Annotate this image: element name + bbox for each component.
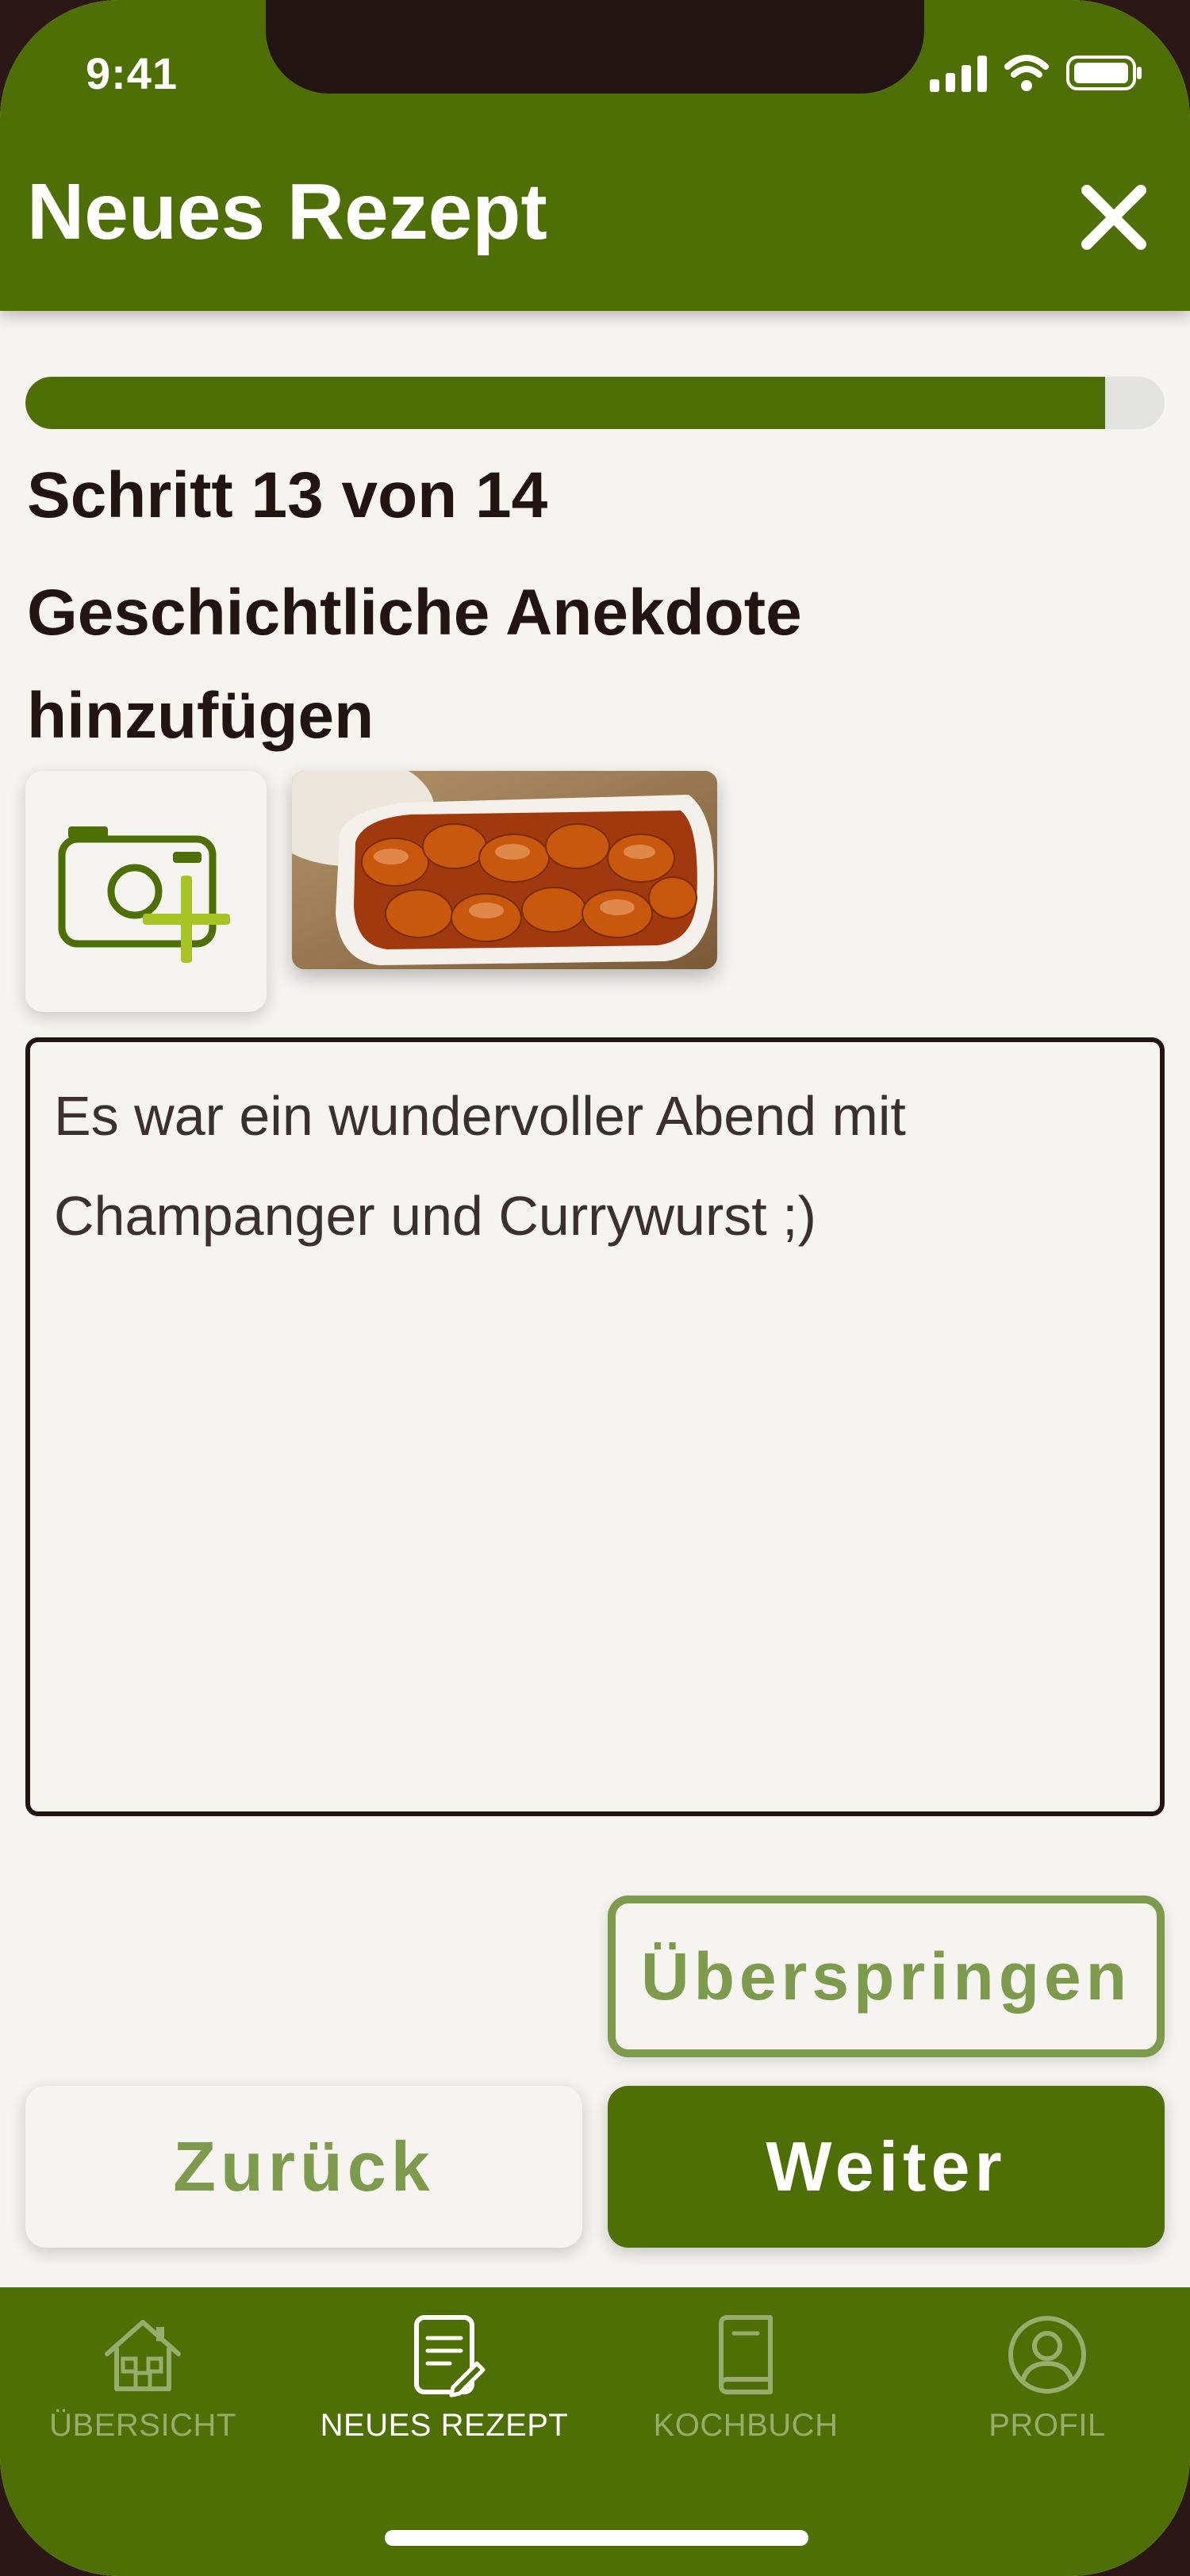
house-icon — [105, 2320, 181, 2391]
status-icons — [928, 52, 1142, 94]
tab-label: NEUES REZEPT — [320, 2408, 569, 2443]
currywurst-image — [292, 771, 717, 969]
step-title: Geschichtliche Anekdote hinzufügen — [27, 577, 802, 752]
progress-bar — [25, 377, 1165, 429]
anecdote-textarea[interactable] — [25, 1037, 1165, 1816]
page-title: Neues Rezept — [27, 167, 547, 256]
step-counter: Schritt 13 von 14 — [27, 459, 548, 531]
tab-neues-rezept[interactable]: NEUES REZEPT — [294, 2311, 595, 2462]
app-header: 9:41 Neues Rezept — [0, 0, 1190, 311]
phone-screen: 9:41 Neues Rezept Schritt 13 von 14 Gesc… — [0, 0, 1190, 2576]
add-photo-button[interactable] — [25, 771, 267, 1012]
home-indicator — [385, 2530, 808, 2546]
close-button[interactable] — [1076, 179, 1152, 255]
tab-label: PROFIL — [988, 2408, 1106, 2443]
user-circle-icon — [1008, 2316, 1086, 2394]
recipe-photo-thumbnail[interactable] — [292, 771, 717, 969]
book-icon — [719, 2315, 773, 2394]
tab-uebersicht[interactable]: ÜBERSICHT — [0, 2311, 294, 2462]
close-icon — [1081, 185, 1146, 250]
status-time: 9:41 — [86, 48, 178, 98]
tab-label: ÜBERSICHT — [49, 2408, 236, 2443]
signal-wifi-battery-icon — [930, 55, 1142, 92]
skip-button[interactable]: Überspringen — [608, 1896, 1165, 2057]
tab-kochbuch[interactable]: KOCHBUCH — [595, 2311, 896, 2462]
tab-label: KOCHBUCH — [653, 2408, 839, 2443]
progress-fill — [25, 377, 1106, 429]
next-button[interactable]: Weiter — [608, 2086, 1165, 2248]
camera-add-icon — [58, 826, 230, 963]
device-notch — [266, 0, 924, 94]
tab-profil[interactable]: PROFIL — [896, 2311, 1190, 2462]
note-edit-icon — [414, 2315, 486, 2398]
back-button[interactable]: Zurück — [25, 2086, 582, 2248]
